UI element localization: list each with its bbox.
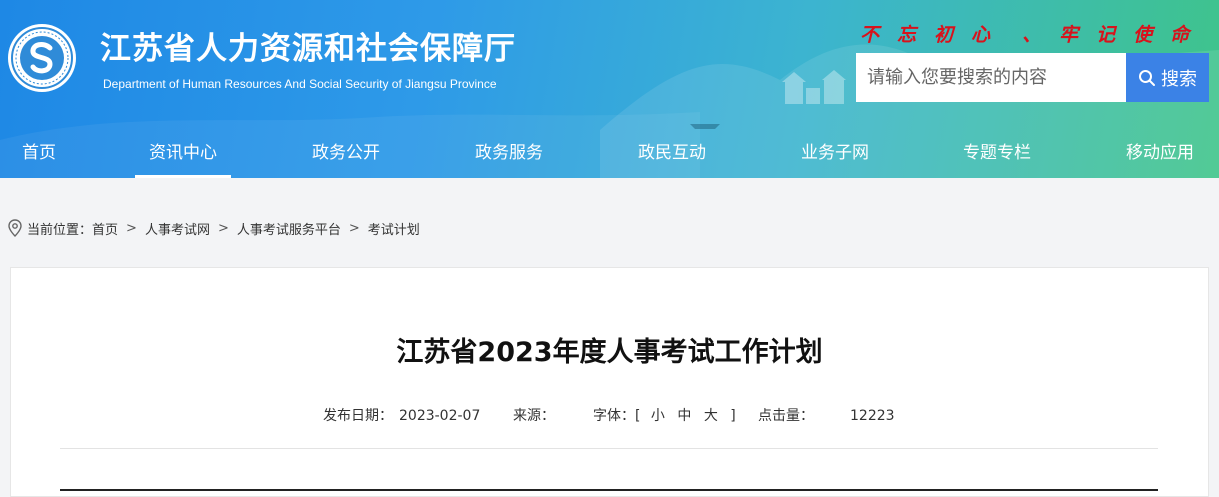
site-subtitle: Department of Human Resources And Social… (103, 77, 497, 91)
nav-item-news-center[interactable]: 资讯中心 (135, 128, 231, 178)
source-label: 来源： (513, 408, 555, 424)
breadcrumb: 当前位置： 首页 > 人事考试网 > 人事考试服务平台 > 考试计划 (8, 218, 420, 238)
article-source: 来源： (513, 405, 561, 425)
slogan-char: 牢 (1059, 24, 1079, 46)
site-title: 江苏省人力资源和社会保障厅 (100, 31, 516, 67)
view-count-label: 点击量： (758, 408, 814, 424)
logo-emblem-icon (9, 25, 75, 91)
view-count-value: 12223 (850, 408, 895, 424)
font-bracket-close: ] (730, 408, 736, 424)
slogan-char: 、 (1022, 24, 1042, 46)
slogan-char: 记 (1096, 24, 1116, 46)
site-logo[interactable] (8, 24, 76, 92)
font-size-large-button[interactable]: 大 (704, 408, 718, 424)
slogan: 不忘初心 、牢记使命 (860, 20, 1189, 47)
slogan-char: 心 (971, 24, 991, 46)
breadcrumb-item-home[interactable]: 首页 (92, 219, 118, 238)
slogan-char: 忘 (897, 24, 917, 46)
view-count: 点击量： 12223 (758, 405, 895, 425)
breadcrumb-item-exam-service-platform[interactable]: 人事考试服务平台 (237, 219, 341, 238)
publish-date-value: 2023-02-07 (399, 408, 481, 424)
search-button[interactable]: 搜索 (1126, 53, 1209, 102)
article-title: 江苏省2023年度人事考试工作计划 (396, 337, 823, 368)
location-pin-icon (8, 219, 22, 237)
slogan-char: 不 (860, 24, 880, 46)
search-button-label: 搜索 (1161, 68, 1197, 90)
nav-item-mobile-apps[interactable]: 移动应用 (1122, 128, 1198, 178)
font-size-small-button[interactable]: 小 (651, 408, 665, 424)
breadcrumb-prefix: 当前位置： (27, 222, 93, 238)
nav-item-business-subnets[interactable]: 业务子网 (797, 128, 873, 178)
nav-item-government-services[interactable]: 政务服务 (471, 128, 547, 178)
breadcrumb-item-exam-plan[interactable]: 考试计划 (368, 219, 420, 238)
publish-date: 发布日期： 2023-02-07 (323, 405, 480, 425)
breadcrumb-separator: > (348, 220, 360, 236)
search-icon (1139, 69, 1155, 86)
search-input[interactable] (856, 53, 1126, 102)
nav-item-public-interaction[interactable]: 政民互动 (634, 128, 710, 178)
font-size-label: 字体： (593, 408, 635, 424)
main-nav: 首页 资讯中心 政务公开 政务服务 政民互动 业务子网 专题专栏 移动应用 (0, 128, 1219, 178)
slogan-char: 初 (934, 24, 954, 46)
font-size-controls: 字体：[ 小 中 大 ] (593, 405, 736, 425)
font-size-medium-button[interactable]: 中 (677, 408, 691, 424)
font-bracket-open: [ (635, 408, 641, 424)
article-card (10, 267, 1209, 497)
nav-item-special-topics[interactable]: 专题专栏 (959, 128, 1035, 178)
publish-date-label: 发布日期： (323, 408, 393, 424)
slogan-char: 使 (1133, 24, 1153, 46)
breadcrumb-separator: > (126, 220, 137, 236)
slogan-char: 命 (1170, 24, 1190, 46)
breadcrumb-separator: > (217, 220, 229, 236)
meta-divider (60, 448, 1158, 449)
nav-item-government-disclosure[interactable]: 政务公开 (308, 128, 384, 178)
breadcrumb-item-exam-portal[interactable]: 人事考试网 (145, 219, 210, 238)
site-header: 江苏省人力资源和社会保障厅 Department of Human Resour… (0, 0, 1219, 178)
nav-item-home[interactable]: 首页 (20, 128, 58, 178)
